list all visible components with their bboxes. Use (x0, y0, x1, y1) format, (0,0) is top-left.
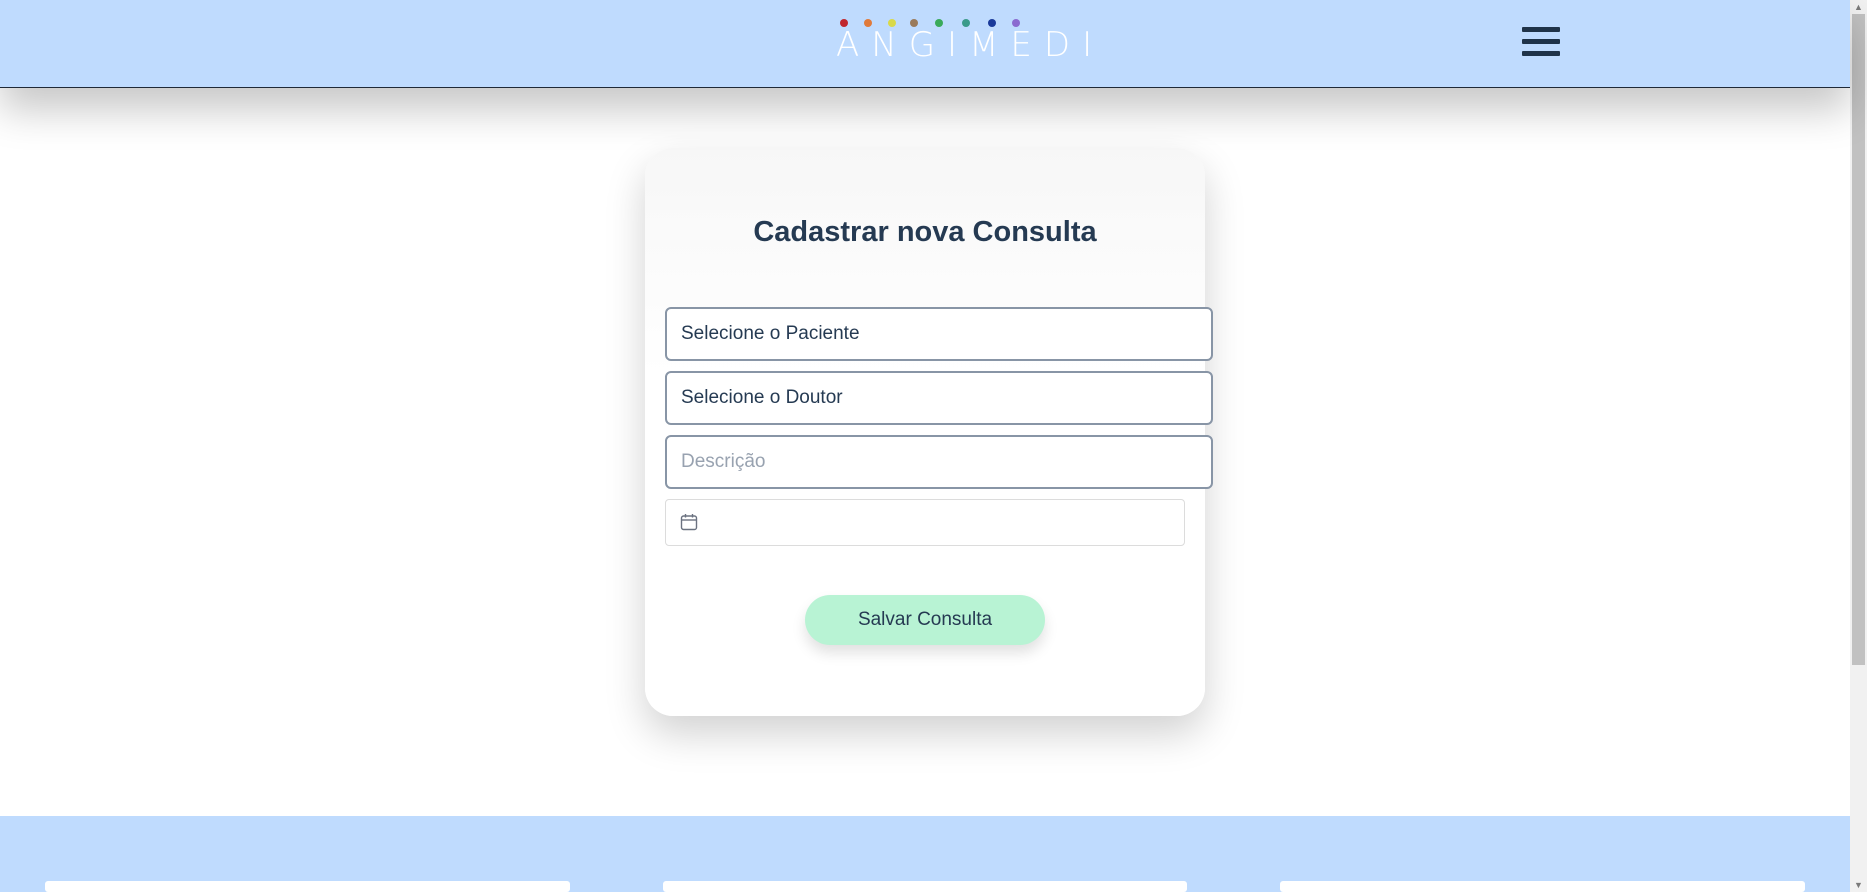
top-navbar: ANGIMEDI (0, 0, 1850, 88)
save-appointment-button[interactable]: Salvar Consulta (805, 595, 1045, 645)
footer (0, 816, 1850, 892)
brand-logo[interactable]: ANGIMEDI (836, 16, 1092, 65)
footer-column-2 (663, 881, 1187, 892)
scroll-down-icon[interactable]: ▼ (1850, 878, 1867, 892)
page-scrollbar[interactable]: ▲ ▼ (1850, 0, 1867, 892)
footer-column-1 (45, 881, 570, 892)
doctor-select-value: Selecione o Doutor (681, 387, 843, 408)
new-appointment-card: Cadastrar nova Consulta Selecione o Paci… (645, 148, 1213, 716)
description-input[interactable] (665, 435, 1213, 489)
logo-text: ANGIMEDI (836, 25, 1105, 65)
calendar-icon (680, 514, 698, 531)
footer-column-3 (1280, 881, 1805, 892)
scroll-up-icon[interactable]: ▲ (1850, 0, 1867, 14)
date-picker-field[interactable] (665, 499, 1185, 546)
doctor-select[interactable]: Selecione o Doutor (665, 371, 1213, 425)
scroll-thumb[interactable] (1852, 14, 1865, 665)
patient-select[interactable]: Selecione o Paciente (665, 307, 1213, 361)
patient-select-value: Selecione o Paciente (681, 323, 860, 344)
hamburger-menu-icon[interactable] (1522, 27, 1560, 56)
form-title: Cadastrar nova Consulta (753, 216, 1097, 248)
